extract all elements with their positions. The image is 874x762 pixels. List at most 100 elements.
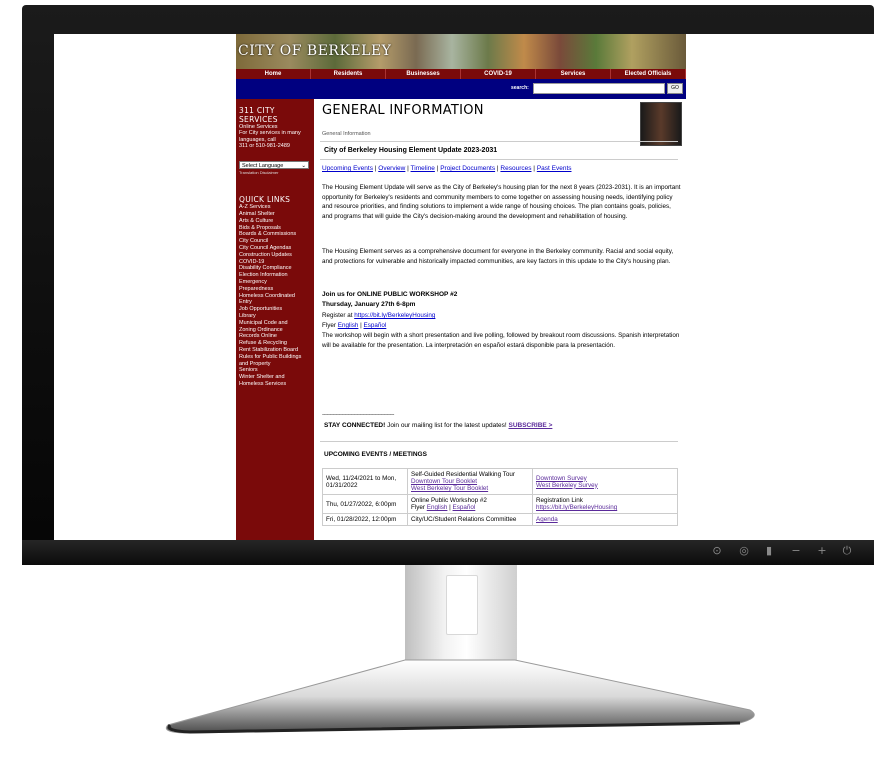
table-row: Fri, 01/28/2022, 12:00pm City/UC/Student…	[322, 513, 678, 526]
quick-link[interactable]: A-Z Services	[239, 204, 314, 211]
quick-links-heading: QUICK LINKS	[239, 195, 291, 205]
quick-link[interactable]: Election Information	[239, 272, 314, 279]
main-nav: Home Residents Businesses COVID-19 Servi…	[236, 69, 686, 79]
anchor-links: Upcoming Events | Overview | Timeline | …	[322, 165, 572, 172]
language-select[interactable]: Select Language ⌄	[239, 161, 309, 170]
link-project-documents[interactable]: Project Documents	[440, 165, 495, 172]
breadcrumb[interactable]: General Information	[322, 131, 371, 137]
event-links: Registration Link https://bit.ly/Berkeley…	[532, 494, 678, 514]
stay-connected: STAY CONNECTED! Join our mailing list fo…	[324, 422, 553, 429]
quick-links-list: A-Z Services Animal Shelter Arts & Culture…	[236, 204, 314, 388]
quick-link[interactable]: Refuse & Recycling	[239, 340, 314, 347]
quick-link[interactable]: Emergency	[239, 279, 314, 286]
event-desc: City/UC/Student Relations Committee	[407, 513, 533, 526]
quick-link[interactable]: Municipal Code and	[239, 320, 314, 327]
quick-link[interactable]: Library	[239, 313, 314, 320]
events-table: Wed, 11/24/2021 to Mon, 01/31/2022 Self-…	[322, 468, 678, 526]
quick-link[interactable]: Homeless Coordinated	[239, 293, 314, 300]
site-banner: CITY OF BERKELEY	[236, 34, 686, 69]
site-logo[interactable]: CITY OF BERKELEY	[238, 43, 391, 59]
link-timeline[interactable]: Timeline	[411, 165, 435, 172]
quick-link[interactable]: Preparedness	[239, 286, 314, 293]
chevron-down-icon: ⌄	[301, 163, 306, 170]
event-date: Thu, 01/27/2022, 6:00pm	[322, 494, 408, 514]
agenda-link[interactable]: Agenda	[536, 516, 558, 523]
translation-disclaimer-link[interactable]: Translation Disclaimer	[239, 170, 314, 175]
flyer-english-link[interactable]: English	[338, 322, 359, 329]
sidebar: 311 CITY SERVICES Online Services For Ci…	[236, 99, 314, 540]
quick-link[interactable]: Rent Stabilization Board	[239, 347, 314, 354]
quick-link[interactable]: Construction Updates	[239, 252, 314, 259]
table-row: Wed, 11/24/2021 to Mon, 01/31/2022 Self-…	[322, 468, 678, 495]
nav-elected-officials[interactable]: Elected Officials	[611, 69, 686, 79]
event-flyer-spanish[interactable]: Español	[453, 504, 476, 511]
event-links: Downtown Survey West Berkeley Survey	[532, 468, 678, 495]
register-link[interactable]: https://bit.ly/BerkeleyHousing	[354, 312, 435, 319]
power-icon[interactable]: ⏻	[841, 545, 853, 557]
search-label: search:	[511, 85, 529, 91]
search-go-button[interactable]: GO	[667, 83, 683, 94]
quick-link[interactable]: City Council	[239, 238, 314, 245]
nav-home[interactable]: Home	[236, 69, 311, 79]
overview-paragraph: The Housing Element Update will serve as…	[322, 184, 681, 220]
quick-link[interactable]: Rules for Public Buildings	[239, 354, 314, 361]
search-bar: search: GO	[236, 79, 686, 99]
event-registration-link[interactable]: https://bit.ly/BerkeleyHousing	[536, 504, 617, 511]
nav-services[interactable]: Services	[536, 69, 611, 79]
subscribe-link[interactable]: SUBSCRIBE >	[508, 422, 552, 429]
event-desc: Self-Guided Residential Walking Tour Down…	[407, 468, 533, 495]
quick-link[interactable]: Arts & Culture	[239, 218, 314, 225]
quick-link[interactable]: Entry	[239, 299, 314, 306]
nav-covid[interactable]: COVID-19	[461, 69, 536, 79]
event-links: Agenda	[532, 513, 678, 526]
events-heading: UPCOMING EVENTS / MEETINGS	[324, 451, 427, 458]
minus-icon[interactable]: −	[790, 545, 802, 557]
quick-link[interactable]: Disability Compliance	[239, 265, 314, 272]
web-page: CITY OF BERKELEY Home Residents Business…	[236, 34, 686, 540]
brightness-icon[interactable]: ▮	[763, 545, 775, 557]
quick-link[interactable]: Animal Shelter	[239, 211, 314, 218]
event-flyer-english[interactable]: English	[427, 504, 448, 511]
workshop-description: The workshop will begin with a short pre…	[322, 332, 680, 349]
section-title: City of Berkeley Housing Element Update …	[324, 147, 498, 154]
quick-link[interactable]: and Property	[239, 361, 314, 368]
city-crest-image	[640, 102, 682, 146]
menu-icon[interactable]: ◎	[738, 545, 750, 557]
flyer-spanish-link[interactable]: Español	[364, 322, 387, 329]
west-survey-link[interactable]: West Berkeley Survey	[536, 482, 598, 489]
link-upcoming-events[interactable]: Upcoming Events	[322, 165, 373, 172]
quick-link[interactable]: Seniors	[239, 367, 314, 374]
downtown-survey-link[interactable]: Downtown Survey	[536, 475, 587, 482]
link-past-events[interactable]: Past Events	[537, 165, 572, 172]
services-phone: 311 or 510-981-2489	[239, 142, 290, 149]
page-title: GENERAL INFORMATION	[322, 103, 484, 118]
divider	[320, 141, 678, 142]
monitor-stand-base	[165, 659, 755, 734]
quick-link[interactable]: Homeless Services	[239, 381, 314, 388]
plus-icon[interactable]: +	[816, 545, 828, 557]
quick-link[interactable]: Bids & Proposals	[239, 225, 314, 232]
downtown-booklet-link[interactable]: Downtown Tour Booklet	[411, 478, 477, 485]
nav-residents[interactable]: Residents	[311, 69, 386, 79]
west-booklet-link[interactable]: West Berkeley Tour Booklet	[411, 485, 488, 492]
main-content: GENERAL INFORMATION General Information …	[320, 99, 684, 540]
quick-link[interactable]: Records Online	[239, 333, 314, 340]
divider	[320, 441, 678, 442]
quick-link[interactable]: Winter Shelter and	[239, 374, 314, 381]
event-date: Fri, 01/28/2022, 12:00pm	[322, 513, 408, 526]
event-desc: Online Public Workshop #2 Flyer English |…	[407, 494, 533, 514]
search-input[interactable]	[533, 83, 665, 94]
table-row: Thu, 01/27/2022, 6:00pm Online Public Wo…	[322, 494, 678, 514]
quick-link[interactable]: Zoning Ordinance	[239, 327, 314, 334]
quick-link[interactable]: City Council Agendas	[239, 245, 314, 252]
quick-link[interactable]: Job Opportunities	[239, 306, 314, 313]
divider-dashes: ----------------------------------------…	[322, 412, 394, 418]
link-overview[interactable]: Overview	[378, 165, 405, 172]
link-resources[interactable]: Resources	[500, 165, 531, 172]
equity-paragraph: The Housing Element serves as a comprehe…	[322, 248, 674, 265]
quick-link[interactable]: COVID-19	[239, 259, 314, 266]
quick-link[interactable]: Boards & Commissions	[239, 231, 314, 238]
nav-businesses[interactable]: Businesses	[386, 69, 461, 79]
input-icon[interactable]: ⊙	[711, 545, 723, 557]
workshop-heading: Join us for ONLINE PUBLIC WORKSHOP #2	[322, 291, 458, 298]
